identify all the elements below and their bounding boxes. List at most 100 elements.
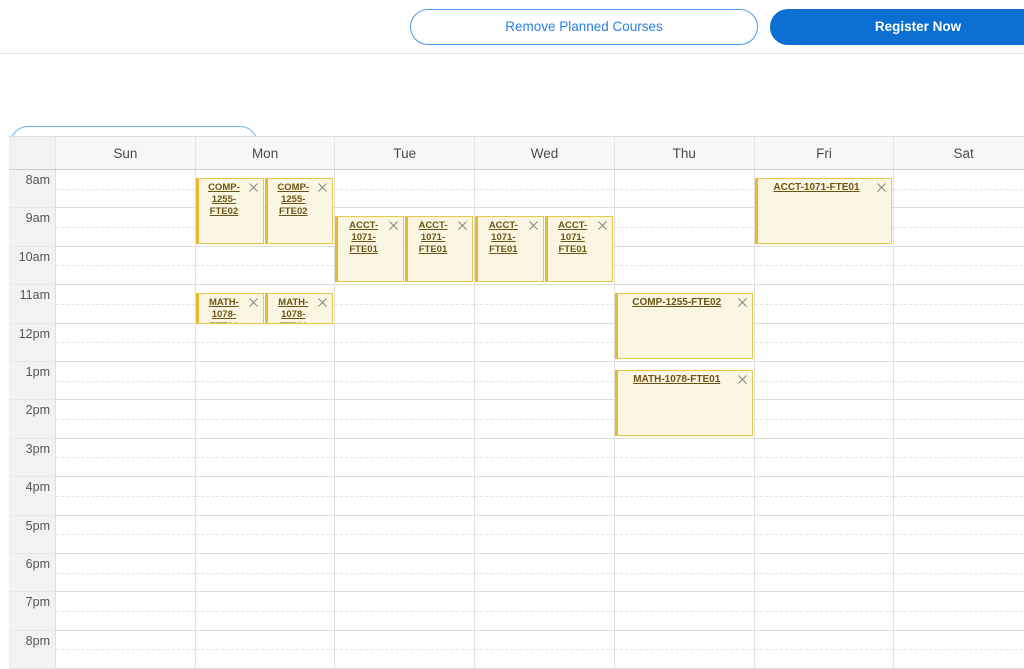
calendar-event-title[interactable]: MATH-1078-FTE01 [272, 297, 314, 324]
calendar-event[interactable]: COMP-1255-FTE02 [265, 178, 333, 244]
calendar-hour-cell[interactable] [475, 362, 614, 400]
calendar-hour-cell[interactable] [615, 439, 754, 477]
calendar-hour-cell[interactable] [475, 477, 614, 515]
calendar-event[interactable]: ACCT-1071-FTE01 [475, 216, 543, 282]
calendar-hour-cell[interactable] [196, 400, 335, 438]
calendar-hour-cell[interactable] [196, 631, 335, 669]
calendar-hour-cell[interactable] [196, 439, 335, 477]
calendar-hour-cell[interactable] [615, 208, 754, 246]
calendar-hour-cell[interactable] [615, 170, 754, 208]
close-icon[interactable] [248, 297, 259, 308]
calendar-hour-cell[interactable] [755, 516, 894, 554]
calendar-event-title[interactable]: ACCT-1071-FTE01 [482, 220, 524, 256]
calendar-hour-cell[interactable] [475, 170, 614, 208]
calendar-event[interactable]: COMP-1255-FTE02 [615, 293, 753, 359]
calendar-hour-cell[interactable] [196, 247, 335, 285]
calendar-hour-cell[interactable] [196, 324, 335, 362]
calendar-hour-cell[interactable] [335, 631, 474, 669]
calendar-hour-cell[interactable] [894, 362, 1024, 400]
calendar-hour-cell[interactable] [56, 208, 195, 246]
calendar-event-title[interactable]: ACCT-1071-FTE01 [764, 182, 870, 194]
calendar-hour-cell[interactable] [475, 631, 614, 669]
calendar-event[interactable]: ACCT-1071-FTE01 [545, 216, 613, 282]
calendar-hour-cell[interactable] [894, 247, 1024, 285]
calendar-event-title[interactable]: ACCT-1071-FTE01 [342, 220, 384, 256]
close-icon[interactable] [388, 220, 399, 231]
calendar-hour-cell[interactable] [615, 477, 754, 515]
calendar-hour-cell[interactable] [894, 592, 1024, 630]
calendar-hour-cell[interactable] [894, 324, 1024, 362]
calendar-hour-cell[interactable] [894, 631, 1024, 669]
calendar-hour-cell[interactable] [196, 592, 335, 630]
calendar-event[interactable]: MATH-1078-FTE01 [196, 293, 264, 324]
calendar-event-title[interactable]: ACCT-1071-FTE01 [412, 220, 454, 256]
calendar-hour-cell[interactable] [475, 516, 614, 554]
calendar-hour-cell[interactable] [755, 285, 894, 323]
calendar-hour-cell[interactable] [56, 324, 195, 362]
calendar-hour-cell[interactable] [894, 400, 1024, 438]
calendar-hour-cell[interactable] [894, 439, 1024, 477]
calendar-hour-cell[interactable] [755, 362, 894, 400]
register-now-button[interactable]: Register Now [770, 9, 1024, 45]
calendar-hour-cell[interactable] [475, 554, 614, 592]
calendar-hour-cell[interactable] [755, 324, 894, 362]
calendar-hour-cell[interactable] [335, 592, 474, 630]
calendar-hour-cell[interactable] [894, 208, 1024, 246]
calendar-hour-cell[interactable] [615, 516, 754, 554]
calendar-event-title[interactable]: COMP-1255-FTE02 [203, 182, 245, 218]
calendar-hour-cell[interactable] [894, 554, 1024, 592]
calendar-hour-cell[interactable] [335, 170, 474, 208]
calendar-event[interactable]: MATH-1078-FTE01 [265, 293, 333, 324]
calendar-hour-cell[interactable] [335, 516, 474, 554]
calendar-hour-cell[interactable] [56, 362, 195, 400]
calendar-hour-cell[interactable] [475, 400, 614, 438]
calendar-hour-cell[interactable] [196, 362, 335, 400]
calendar-event-title[interactable]: MATH-1078-FTE01 [203, 297, 245, 324]
calendar-hour-cell[interactable] [615, 631, 754, 669]
calendar-hour-cell[interactable] [196, 554, 335, 592]
calendar-event[interactable]: ACCT-1071-FTE01 [405, 216, 473, 282]
calendar-hour-cell[interactable] [894, 285, 1024, 323]
calendar-hour-cell[interactable] [335, 477, 474, 515]
calendar-event[interactable]: MATH-1078-FTE01 [615, 370, 753, 436]
close-icon[interactable] [248, 182, 259, 193]
close-icon[interactable] [737, 297, 748, 308]
calendar-hour-cell[interactable] [56, 247, 195, 285]
calendar-hour-cell[interactable] [475, 439, 614, 477]
calendar-hour-cell[interactable] [56, 400, 195, 438]
calendar-event[interactable]: COMP-1255-FTE02 [196, 178, 264, 244]
calendar-hour-cell[interactable] [335, 324, 474, 362]
calendar-hour-cell[interactable] [56, 439, 195, 477]
remove-planned-courses-button[interactable]: Remove Planned Courses [410, 9, 758, 45]
calendar-hour-cell[interactable] [335, 439, 474, 477]
close-icon[interactable] [317, 297, 328, 308]
calendar-hour-cell[interactable] [615, 247, 754, 285]
calendar-hour-cell[interactable] [56, 285, 195, 323]
calendar-hour-cell[interactable] [755, 247, 894, 285]
calendar-hour-cell[interactable] [755, 554, 894, 592]
calendar-hour-cell[interactable] [475, 324, 614, 362]
close-icon[interactable] [876, 182, 887, 193]
calendar-hour-cell[interactable] [56, 516, 195, 554]
calendar-hour-cell[interactable] [335, 554, 474, 592]
calendar-event[interactable]: ACCT-1071-FTE01 [755, 178, 893, 244]
calendar-hour-cell[interactable] [335, 285, 474, 323]
calendar-hour-cell[interactable] [56, 631, 195, 669]
calendar-event-title[interactable]: COMP-1255-FTE02 [624, 297, 730, 309]
calendar-hour-cell[interactable] [196, 477, 335, 515]
close-icon[interactable] [597, 220, 608, 231]
calendar-hour-cell[interactable] [56, 554, 195, 592]
calendar-hour-cell[interactable] [196, 516, 335, 554]
calendar-hour-cell[interactable] [755, 439, 894, 477]
calendar-hour-cell[interactable] [894, 170, 1024, 208]
calendar-hour-cell[interactable] [615, 554, 754, 592]
close-icon[interactable] [457, 220, 468, 231]
calendar-event-title[interactable]: MATH-1078-FTE01 [624, 374, 730, 386]
close-icon[interactable] [528, 220, 539, 231]
calendar-event-title[interactable]: ACCT-1071-FTE01 [552, 220, 594, 256]
calendar-event-title[interactable]: COMP-1255-FTE02 [272, 182, 314, 218]
calendar-hour-cell[interactable] [894, 516, 1024, 554]
calendar-hour-cell[interactable] [475, 285, 614, 323]
calendar-hour-cell[interactable] [56, 592, 195, 630]
calendar-hour-cell[interactable] [894, 477, 1024, 515]
